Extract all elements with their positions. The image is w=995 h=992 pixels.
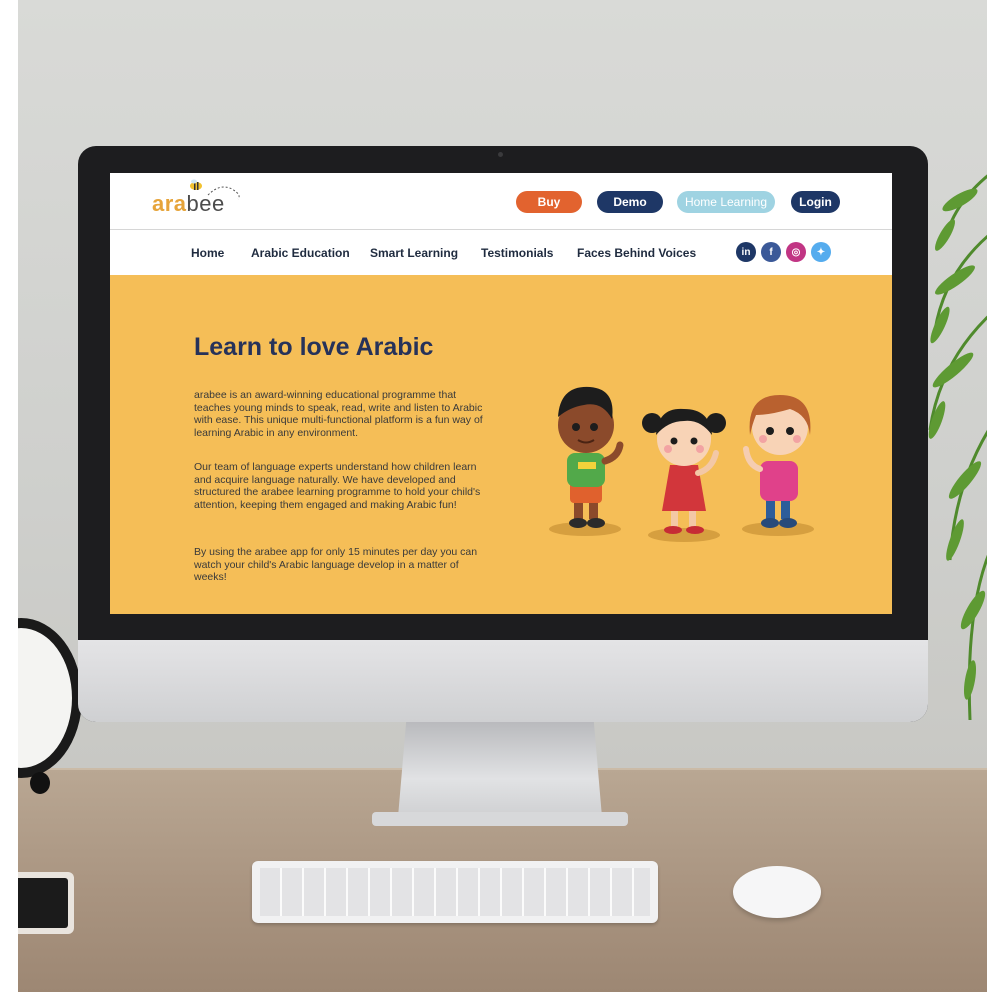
keyboard xyxy=(252,861,658,923)
camera-icon xyxy=(498,152,503,157)
login-button[interactable]: Login xyxy=(791,191,840,213)
bee-icon xyxy=(190,179,202,190)
girl-pink-shirt-character xyxy=(743,395,811,528)
hero-title: Learn to love Arabic xyxy=(194,333,434,361)
nav-faces-behind-voices[interactable]: Faces Behind Voices xyxy=(577,246,696,260)
hero-paragraph-1: arabee is an award-winning educational p… xyxy=(194,389,483,439)
buy-button[interactable]: Buy xyxy=(516,191,582,213)
nav-smart-learning[interactable]: Smart Learning xyxy=(370,246,458,260)
boy-character xyxy=(558,386,624,528)
twitter-icon[interactable]: ✦ xyxy=(811,242,831,262)
logo-ara-text: ara xyxy=(152,191,187,216)
main-nav: Home Arabic Education Smart Learning Tes… xyxy=(110,230,892,275)
linkedin-icon[interactable]: in xyxy=(736,242,756,262)
right-border xyxy=(987,0,995,992)
girl-red-dress-character xyxy=(642,408,726,534)
hero-paragraph-3: By using the arabee app for only 15 minu… xyxy=(194,546,478,584)
home-learning-button[interactable]: Home Learning xyxy=(677,191,775,213)
keyboard-keys xyxy=(260,868,650,916)
children-illustration xyxy=(549,386,814,542)
bee-flight-path xyxy=(207,186,240,200)
monitor-chin xyxy=(78,640,928,722)
nav-home[interactable]: Home xyxy=(191,246,224,260)
left-border xyxy=(0,0,18,992)
site-header: arabee Buy Demo Home Learning Login xyxy=(110,173,892,230)
hero-paragraph-2: Our team of language experts understand … xyxy=(194,461,481,511)
nav-testimonials[interactable]: Testimonials xyxy=(481,246,553,260)
hero-section: Learn to love Arabic arabee is an award-… xyxy=(110,275,892,614)
smartphone-screen xyxy=(14,878,68,928)
monitor-stand-base xyxy=(372,812,628,826)
website-screen: arabee Buy Demo Home Learning Login Home… xyxy=(110,173,892,614)
demo-button[interactable]: Demo xyxy=(597,191,663,213)
facebook-icon[interactable]: f xyxy=(761,242,781,262)
mouse xyxy=(733,866,821,918)
monitor-stand xyxy=(398,722,602,817)
instagram-icon[interactable]: ◎ xyxy=(786,242,806,262)
clock-foot xyxy=(30,772,50,794)
nav-arabic-education[interactable]: Arabic Education xyxy=(251,246,350,260)
